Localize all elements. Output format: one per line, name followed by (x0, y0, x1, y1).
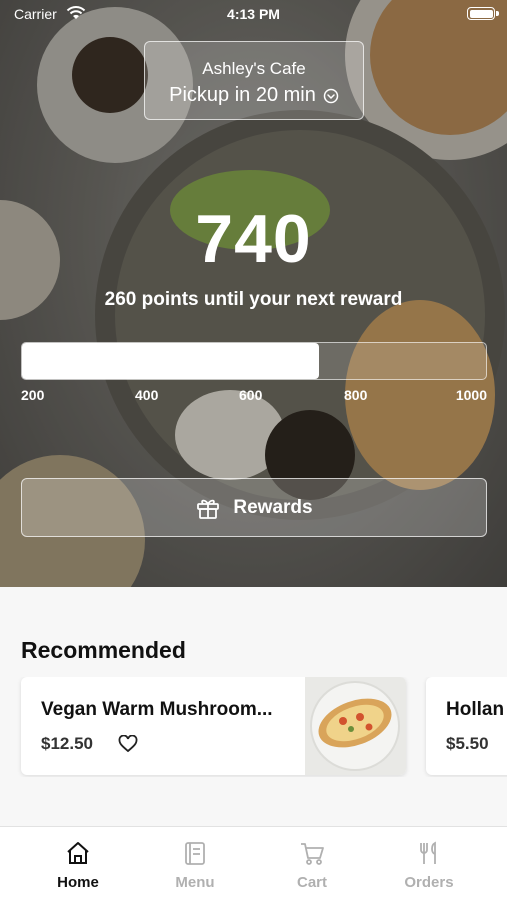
gift-icon (197, 499, 220, 519)
progress-scale: 200 400 600 800 1000 (21, 387, 487, 407)
tab-label: Menu (175, 874, 215, 891)
cart-icon (301, 843, 324, 865)
pickup-time-row: Pickup in 20 min (169, 84, 339, 107)
scale-label: 800 (344, 387, 368, 403)
product-card[interactable]: Hollan $5.50 (426, 677, 507, 775)
scale-label: 600 (239, 387, 263, 403)
tab-bar: Home Menu Cart Orders (0, 826, 507, 900)
tab-menu[interactable]: Menu (137, 827, 253, 900)
tab-orders[interactable]: Orders (371, 827, 487, 900)
product-image (305, 677, 406, 775)
orders-icon (420, 841, 436, 864)
product-price: $5.50 (446, 734, 489, 753)
tab-cart[interactable]: Cart (254, 827, 370, 900)
product-name: Hollan (446, 699, 505, 720)
product-card[interactable]: Vegan Warm Mushroom... $12.50 (21, 677, 406, 775)
status-bar: Carrier 4:13 PM (0, 0, 507, 28)
toast-photo (310, 681, 400, 771)
recommended-carousel[interactable]: Vegan Warm Mushroom... $12.50 Hollan $5.… (0, 677, 507, 777)
battery-icon (467, 7, 495, 20)
tab-label: Home (57, 874, 99, 891)
hero-banner: Carrier 4:13 PM Ashley's Cafe Pickup in … (0, 0, 507, 587)
battery-cap (496, 11, 499, 16)
tab-label: Orders (404, 874, 454, 891)
rewards-button-label: Rewards (233, 496, 313, 518)
store-selector[interactable]: Ashley's Cafe Pickup in 20 min (144, 41, 364, 120)
tab-label: Cart (296, 874, 327, 891)
pickup-time-label: Pickup in 20 min (169, 84, 316, 106)
rewards-progress-bar (21, 342, 487, 380)
menu-icon (185, 842, 205, 865)
points-until-reward: 260 points until your next reward (104, 289, 403, 310)
store-name: Ashley's Cafe (202, 59, 306, 78)
home-icon (67, 842, 89, 864)
product-price: $12.50 (41, 734, 93, 753)
tab-home[interactable]: Home (20, 827, 136, 900)
rewards-progress-fill (22, 343, 319, 379)
points-balance: 740 (195, 201, 312, 277)
heart-icon[interactable] (118, 735, 138, 753)
scale-label: 200 (21, 387, 45, 403)
scale-label: 1000 (455, 387, 487, 403)
product-name: Vegan Warm Mushroom... (41, 699, 273, 720)
clock: 4:13 PM (227, 6, 280, 22)
recommended-heading: Recommended (21, 637, 186, 663)
scale-label: 400 (135, 387, 159, 403)
chevron-down-circle-icon (323, 88, 339, 103)
rewards-button[interactable]: Rewards (21, 478, 487, 537)
